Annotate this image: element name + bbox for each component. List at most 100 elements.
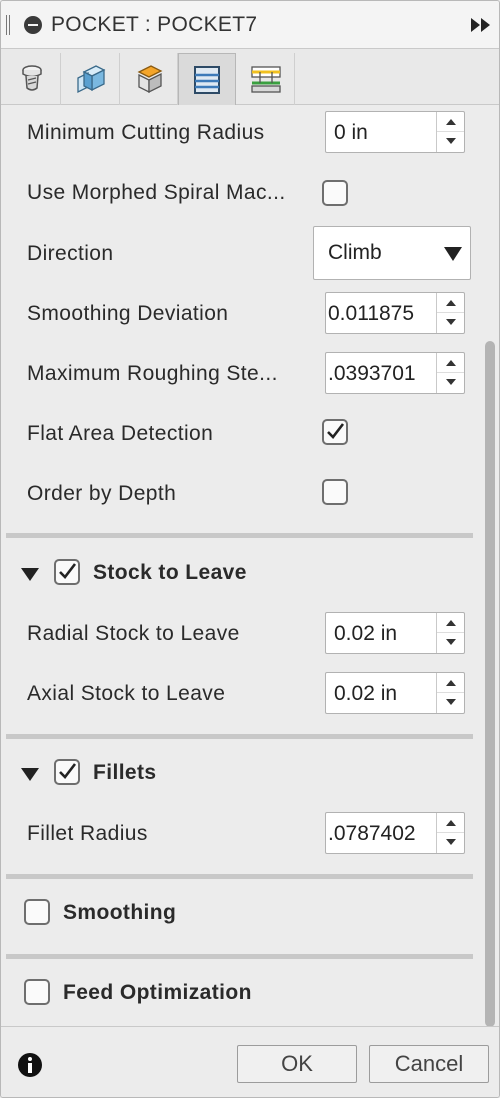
title-bar[interactable]: POCKET : POCKET7 — [1, 1, 499, 49]
heights-icon — [137, 65, 162, 94]
max-roughing-stepover-stepper[interactable] — [436, 353, 464, 393]
section-divider — [6, 533, 473, 538]
smoothing-deviation-value[interactable]: 0.011875 — [326, 302, 436, 326]
max-roughing-stepover-value[interactable]: .0393701 — [326, 362, 436, 386]
stepper-down-button[interactable] — [437, 313, 464, 333]
axial-stock-row: Axial Stock to Leave 0.02 in — [1, 666, 485, 726]
radial-stock-row: Radial Stock to Leave 0.02 in — [1, 606, 485, 666]
stepper-up-button[interactable] — [437, 673, 464, 693]
axial-stock-label: Axial Stock to Leave — [27, 682, 226, 705]
fillets-header[interactable]: Fillets — [1, 742, 485, 802]
scrollbar-thumb[interactable] — [485, 341, 495, 1027]
fillet-radius-row: Fillet Radius .0787402 — [1, 806, 485, 866]
tab-heights[interactable] — [120, 53, 178, 105]
min-cutting-radius-input[interactable]: 0 in — [325, 111, 465, 153]
stepper-down-button[interactable] — [437, 693, 464, 713]
stepper-up-button[interactable] — [437, 613, 464, 633]
expand-triangle-icon[interactable] — [21, 568, 39, 581]
feed-optimization-title: Feed Optimization — [63, 981, 252, 1004]
section-divider — [6, 734, 473, 739]
fillets-title: Fillets — [93, 761, 157, 784]
flat-area-detection-row: Flat Area Detection — [1, 406, 485, 466]
max-roughing-stepover-input[interactable]: .0393701 — [325, 352, 465, 394]
drag-handle-icon[interactable] — [6, 15, 10, 35]
morphed-spiral-label: Use Morphed Spiral Mac... — [27, 181, 286, 204]
feed-optimization-checkbox[interactable] — [24, 979, 50, 1005]
section-divider — [6, 874, 473, 879]
morphed-spiral-row: Use Morphed Spiral Mac... — [1, 166, 485, 226]
smoothing-deviation-input[interactable]: 0.011875 — [325, 292, 465, 334]
smoothing-checkbox[interactable] — [24, 899, 50, 925]
linking-icon — [250, 66, 281, 93]
tool-icon — [21, 65, 42, 91]
tab-geometry[interactable] — [62, 53, 120, 105]
smoothing-title: Smoothing — [63, 901, 177, 924]
stepper-down-button[interactable] — [437, 132, 464, 152]
geometry-icon — [76, 65, 105, 94]
fillets-checkbox[interactable] — [54, 759, 80, 785]
min-cutting-radius-stepper[interactable] — [436, 112, 464, 152]
axial-stock-stepper[interactable] — [436, 673, 464, 713]
checkmark-icon — [59, 763, 77, 779]
axial-stock-value[interactable]: 0.02 in — [326, 682, 436, 706]
axial-stock-input[interactable]: 0.02 in — [325, 672, 465, 714]
stepper-down-button[interactable] — [437, 833, 464, 853]
direction-row: Direction Climb — [1, 226, 485, 286]
tab-tool[interactable] — [3, 53, 61, 105]
smoothing-deviation-row: Smoothing Deviation 0.011875 — [1, 286, 485, 346]
radial-stock-value[interactable]: 0.02 in — [326, 622, 436, 646]
flat-area-detection-label: Flat Area Detection — [27, 422, 214, 445]
collapse-icon[interactable] — [24, 16, 42, 34]
tab-linking[interactable] — [237, 53, 295, 105]
stock-to-leave-checkbox[interactable] — [54, 559, 80, 585]
stepper-up-button[interactable] — [437, 353, 464, 373]
order-by-depth-label: Order by Depth — [27, 482, 177, 505]
fillet-radius-label: Fillet Radius — [27, 822, 148, 845]
direction-label: Direction — [27, 242, 114, 265]
ok-button[interactable]: OK — [237, 1045, 357, 1083]
dialog-title: POCKET : POCKET7 — [51, 13, 258, 36]
parameters-panel: Minimum Cutting Radius 0 in Use Morphed … — [1, 106, 485, 1026]
direction-value: Climb — [328, 241, 382, 264]
stock-to-leave-title: Stock to Leave — [93, 561, 247, 584]
smoothing-deviation-stepper[interactable] — [436, 293, 464, 333]
stepper-up-button[interactable] — [437, 112, 464, 132]
stepper-down-button[interactable] — [437, 373, 464, 393]
min-cutting-radius-label: Minimum Cutting Radius — [27, 121, 265, 144]
fillet-radius-value[interactable]: .0787402 — [326, 822, 436, 846]
morphed-spiral-checkbox[interactable] — [322, 180, 348, 206]
radial-stock-stepper[interactable] — [436, 613, 464, 653]
order-by-depth-row: Order by Depth — [1, 466, 485, 526]
checkmark-icon — [59, 563, 77, 579]
dropdown-caret-icon — [444, 247, 462, 261]
direction-select[interactable]: Climb — [313, 226, 471, 280]
max-roughing-stepover-label: Maximum Roughing Ste... — [27, 362, 278, 385]
min-cutting-radius-value[interactable]: 0 in — [326, 121, 436, 145]
order-by-depth-checkbox[interactable] — [322, 479, 348, 505]
passes-icon — [194, 65, 220, 94]
cancel-button[interactable]: Cancel — [369, 1045, 489, 1083]
radial-stock-label: Radial Stock to Leave — [27, 622, 240, 645]
fillet-radius-stepper[interactable] — [436, 813, 464, 853]
pocket-dialog: POCKET : POCKET7 Minimum Cutting Radius … — [0, 0, 500, 1098]
stepper-up-button[interactable] — [437, 293, 464, 313]
tab-bar — [1, 49, 499, 105]
expand-triangle-icon[interactable] — [21, 768, 39, 781]
min-cutting-radius-row: Minimum Cutting Radius 0 in — [1, 106, 485, 166]
flat-area-detection-checkbox[interactable] — [322, 419, 348, 445]
smoothing-header[interactable]: Smoothing — [1, 882, 485, 942]
stock-to-leave-header[interactable]: Stock to Leave — [1, 542, 485, 602]
fillet-radius-input[interactable]: .0787402 — [325, 812, 465, 854]
info-icon[interactable] — [18, 1053, 42, 1077]
tab-passes[interactable] — [178, 53, 236, 105]
feed-optimization-header[interactable]: Feed Optimization — [1, 962, 485, 1022]
max-roughing-stepover-row: Maximum Roughing Ste... .0393701 — [1, 346, 485, 406]
dialog-footer: OK Cancel — [1, 1026, 499, 1097]
smoothing-deviation-label: Smoothing Deviation — [27, 302, 229, 325]
radial-stock-input[interactable]: 0.02 in — [325, 612, 465, 654]
stepper-up-button[interactable] — [437, 813, 464, 833]
checkmark-icon — [327, 423, 345, 439]
stepper-down-button[interactable] — [437, 633, 464, 653]
expand-icon[interactable] — [471, 18, 491, 32]
section-divider — [6, 954, 473, 959]
